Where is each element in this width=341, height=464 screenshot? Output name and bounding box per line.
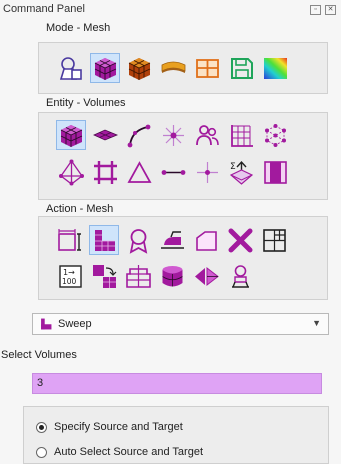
node-cross-icon [196,161,218,183]
auto-select-source-target-radio[interactable]: Auto Select Source and Target [36,446,203,458]
svg-text:1→: 1→ [63,268,75,277]
mesh-mode-button[interactable] [90,53,120,83]
smooth-iron-icon [160,230,184,249]
entity-volume-button[interactable] [56,120,86,150]
grid-icon [230,124,253,147]
vertex-star-icon [162,124,184,146]
entity-edge-button[interactable] [158,157,188,187]
mesh-quality-button[interactable] [124,53,154,83]
mode-label: Mode - Mesh [46,22,111,34]
entity-label: Entity - Volumes [46,97,126,109]
chevron-down-icon: ▼ [312,318,321,328]
export-button[interactable] [226,53,256,83]
mode-group [38,42,328,94]
ribbon-badge-icon [129,228,147,254]
sweep-mesh-icon [94,229,115,251]
scheme-dropdown[interactable]: Sweep ▼ [32,313,329,335]
tetra-icon [58,159,84,185]
mesh-cube-icon [94,57,116,80]
save-disk-icon [230,57,253,79]
edge-line-icon [161,169,185,175]
close-icon[interactable]: ✕ [325,5,336,15]
float-panel-icon[interactable]: ▫ [310,5,321,15]
select-volumes-label: Select Volumes [1,349,77,361]
source-target-options: Specify Source and Target Auto Select So… [23,406,329,464]
diamond-flip-icon [194,266,219,286]
option-label: Auto Select Source and Target [54,446,204,458]
curve-icon [127,124,150,147]
action-delete-button[interactable] [225,225,255,255]
action-scale-button[interactable]: 1→ 100 [55,261,85,291]
scheme-selected-value: Sweep [58,318,92,330]
action-label: Action - Mesh [46,203,114,215]
action-intervals-button[interactable] [55,225,85,255]
action-quality-button[interactable] [123,225,153,255]
entity-boundary-button[interactable]: Σ [226,157,256,187]
analysis-button[interactable] [260,53,290,83]
panel-title: Command Panel [3,3,85,15]
svg-text:Σ: Σ [230,162,236,172]
action-refine-button[interactable] [191,225,221,255]
option-label: Specify Source and Target [54,421,183,433]
entity-mesh-grid-button[interactable] [226,120,256,150]
command-panel: { "panel": { "title": "Command Panel" },… [0,0,341,464]
volume-cube-icon [60,124,82,147]
person-node-icon [231,264,249,288]
interval-icon [57,228,81,251]
entity-hex-button[interactable] [90,157,120,187]
action-reflect-button[interactable] [191,261,221,291]
sweep-mesh-icon [41,318,52,330]
action-copy-button[interactable] [89,261,119,291]
group-people-icon [195,124,219,145]
action-group: 1→ 100 [38,216,328,300]
triangle-icon [126,160,152,183]
specify-source-target-radio[interactable]: Specify Source and Target [36,421,183,433]
entity-curve-button[interactable] [124,120,154,150]
volume-id-input[interactable]: 3 [32,373,322,394]
action-scheme-button[interactable] [89,225,119,255]
summation-arrow-icon: Σ [229,160,253,185]
pagoda-mesh-icon [125,264,151,288]
entity-group-button[interactable] [192,120,222,150]
entity-vertex-button[interactable] [158,120,188,150]
surface-plane-icon [92,129,118,140]
action-pave-button[interactable] [123,261,153,291]
quad-grid-icon [262,228,286,252]
split-panel-icon [263,160,287,184]
entity-group: Σ [38,112,328,200]
boundary-strip-icon [161,61,185,73]
entity-surface-button[interactable] [90,120,120,150]
node-dots-icon [264,123,286,147]
orange-cube-mesh-icon [128,57,150,80]
delete-x-icon [228,228,252,252]
blocks-button[interactable] [192,53,222,83]
colormap-gradient-icon [263,57,287,79]
blocks-icon [195,58,219,78]
entity-tet-button[interactable] [56,157,86,187]
entity-nodeset-button[interactable] [260,120,290,150]
radio-checked-icon [36,421,47,433]
copy-mesh-icon [92,264,116,288]
hash-block-icon [93,160,117,184]
action-smooth-button[interactable] [157,225,187,255]
action-split-button[interactable] [259,225,289,255]
cylinder-mesh-icon [161,265,183,286]
entity-split-button[interactable] [260,157,290,187]
geometry-shapes-icon [59,56,82,80]
action-cylinder-button[interactable] [157,261,187,291]
entity-tri-button[interactable] [124,157,154,187]
action-node-button[interactable] [225,261,255,291]
radio-unchecked-icon [36,446,47,458]
svg-text:100: 100 [62,277,77,286]
refine-shape-icon [195,230,217,251]
geometry-mode-button[interactable] [56,53,86,83]
scale-100-icon: 1→ 100 [58,264,82,288]
entity-node-button[interactable] [192,157,222,187]
boundary-conditions-button[interactable] [158,53,188,83]
